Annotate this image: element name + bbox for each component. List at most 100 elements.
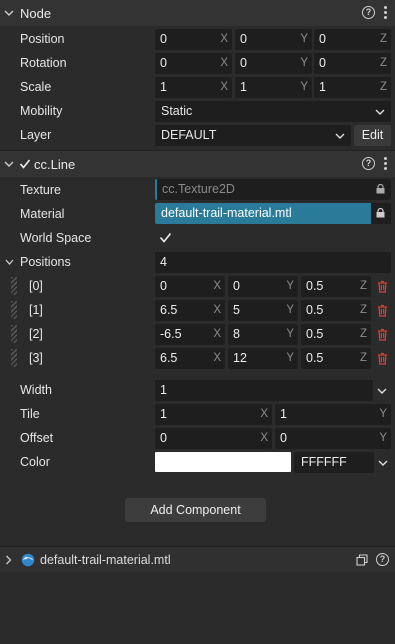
rotation-z-input[interactable]: 0Z [314,53,391,74]
lock-icon[interactable] [375,208,386,218]
offset-row: Offset 0X 0Y [0,426,395,450]
drag-handle-icon[interactable] [11,301,17,319]
rotation-x-input[interactable]: 0X [155,53,232,74]
layer-row: Layer DEFAULT Edit [0,123,395,147]
offset-label: Offset [20,431,54,445]
width-input[interactable]: 1 [155,380,373,401]
position-x-input[interactable]: 0X [155,29,232,50]
position-item-y-input[interactable]: 12 Y [228,348,298,369]
chevron-down-icon[interactable] [377,387,387,395]
help-icon[interactable]: ? [362,157,375,170]
position-item-y-input[interactable]: 0Y [228,276,298,297]
help-icon[interactable]: ? [376,553,389,566]
drag-handle-icon[interactable] [11,325,17,343]
material-row: Material default-trail-material.mtl [0,202,395,226]
position-item-z-input[interactable]: 0.5 Z [301,276,371,297]
chevron-down-icon[interactable] [4,8,14,18]
chevron-down-icon [375,109,385,115]
texture-row: Texture cc.Texture2D [0,178,395,202]
node-title: Node [20,5,52,21]
material-label: Material [20,207,65,221]
rotation-y-input[interactable]: 0Y [235,53,312,74]
tile-x-input[interactable]: 1X [155,404,272,425]
position-item-index: [2] [29,327,43,341]
positions-count-input[interactable]: 4 [155,252,391,273]
scale-row: Scale 1X 1Y 1Z [0,75,395,99]
position-y-input[interactable]: 0Y [235,29,312,50]
help-icon[interactable]: ? [362,6,375,19]
position-item-row: [3] 6.5 X 12 Y 0.5 Z [0,346,395,370]
world-space-label: World Space [20,231,92,245]
position-row: Position 0X 0Y 0Z [0,27,395,51]
scale-x-input[interactable]: 1X [155,77,232,98]
color-hex-input[interactable]: FFFFFF [294,452,374,473]
mobility-select[interactable]: Static [155,101,391,122]
offset-y-input[interactable]: 0Y [275,428,391,449]
positions-label: Positions [20,255,71,269]
world-space-checkbox[interactable] [159,231,172,244]
layer-label: Layer [20,128,52,142]
lock-icon[interactable] [375,184,386,194]
position-item-index: [0] [29,279,43,293]
position-label: Position [20,32,65,46]
material-asset-field[interactable]: default-trail-material.mtl [155,203,391,224]
kebab-icon[interactable] [383,6,387,19]
empty-preview-area [0,572,395,644]
asset-preview-bar[interactable]: default-trail-material.mtl ? [0,546,395,572]
chevron-down-icon[interactable] [378,459,388,467]
layer-edit-button[interactable]: Edit [354,125,391,146]
rotation-row: Rotation 0X 0Y 0Z [0,51,395,75]
layer-select[interactable]: DEFAULT [155,125,351,146]
scale-label: Scale [20,80,52,94]
position-item-z-input[interactable]: 0.5 Z [301,300,371,321]
drag-handle-icon[interactable] [11,349,17,367]
chevron-down-icon[interactable] [4,159,14,169]
tile-label: Tile [20,407,40,421]
kebab-icon[interactable] [383,157,387,170]
line-section-header[interactable]: cc.Line ? [0,151,395,177]
drag-handle-icon[interactable] [11,277,17,295]
tile-row: Tile 1X 1Y [0,402,395,426]
position-item-x-input[interactable]: 6.5 X [155,348,225,369]
position-item-y-input[interactable]: 8Y [228,324,298,345]
mobility-label: Mobility [20,104,63,118]
color-row: Color FFFFFF [0,450,395,474]
position-item-x-input[interactable]: 6.5 X [155,300,225,321]
chevron-down-icon[interactable] [5,258,14,266]
scale-z-input[interactable]: 1Z [314,77,391,98]
position-z-input[interactable]: 0Z [314,29,391,50]
chevron-right-icon[interactable] [5,555,12,565]
texture-label: Texture [20,183,61,197]
texture-asset-field[interactable]: cc.Texture2D [155,179,391,200]
trash-icon[interactable] [377,304,388,317]
position-item-x-input[interactable]: -6.5 X [155,324,225,345]
trash-icon[interactable] [377,280,388,293]
position-item-y-input[interactable]: 5Y [228,300,298,321]
offset-x-input[interactable]: 0X [155,428,272,449]
world-space-row: World Space [0,226,395,250]
chevron-down-icon [335,133,345,139]
material-sphere-icon [21,553,35,567]
tile-y-input[interactable]: 1Y [275,404,391,425]
scale-y-input[interactable]: 1Y [235,77,312,98]
trash-icon[interactable] [377,328,388,341]
position-item-row: [2] -6.5 X 8Y 0.5 Z [0,322,395,346]
position-item-index: [1] [29,303,43,317]
color-swatch[interactable] [155,452,291,472]
color-label: Color [20,455,50,469]
add-component-button[interactable]: Add Component [125,498,266,522]
asset-name: default-trail-material.mtl [40,553,171,567]
copy-icon[interactable] [356,554,368,566]
position-item-z-input[interactable]: 0.5 Z [301,324,371,345]
position-item-x-input[interactable]: 0X [155,276,225,297]
position-item-z-input[interactable]: 0.5 Z [301,348,371,369]
position-item-row: [0] 0X 0Y 0.5 Z [0,274,395,298]
node-section-header[interactable]: Node ? [0,0,395,26]
positions-row: Positions 4 [0,250,395,274]
checkbox-icon[interactable] [19,158,31,170]
line-title: cc.Line [34,156,76,172]
rotation-label: Rotation [20,56,67,70]
width-label: Width [20,383,52,397]
trash-icon[interactable] [377,352,388,365]
position-item-row: [1] 6.5 X 5Y 0.5 Z [0,298,395,322]
